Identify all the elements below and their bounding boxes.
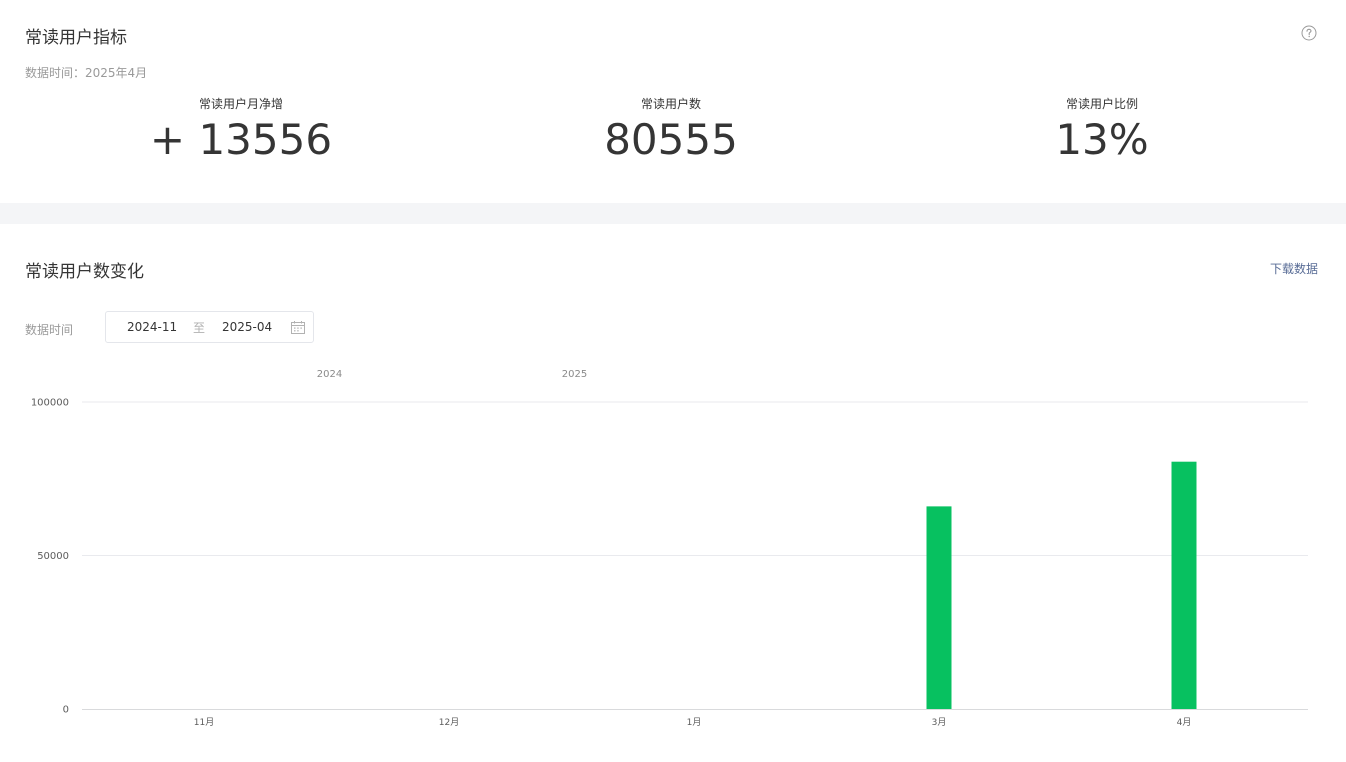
metric-user-count: 常读用户数 80555: [501, 95, 841, 167]
metric-net-growth: 常读用户月净增 + 13556: [71, 95, 411, 167]
metric-value: 80555: [604, 115, 738, 164]
range-start-input[interactable]: 2024-11: [127, 320, 177, 334]
trend-card: 常读用户数变化 下载数据 数据时间 2024-11 至 2025-04: [0, 224, 1346, 762]
metric-user-ratio: 常读用户比例 13%: [932, 95, 1272, 167]
range-separator: 至: [193, 321, 206, 335]
indicators-card: 常读用户指标 数据时间：2025年4月 常读用户月净增 + 13556 常读用户…: [0, 0, 1346, 203]
range-label: 数据时间: [25, 323, 74, 337]
metric-label: 常读用户比例: [1065, 97, 1138, 111]
range-end-input[interactable]: 2025-04: [222, 320, 272, 334]
question-circle-icon[interactable]: [1301, 25, 1317, 41]
download-data-link[interactable]: 下载数据: [1270, 260, 1318, 277]
metric-label: 常读用户月净增: [198, 97, 283, 111]
indicators-data-time: 数据时间：2025年4月: [25, 66, 148, 80]
section-divider: [0, 203, 1346, 224]
metric-value: + 13556: [149, 115, 333, 164]
metric-value: 13%: [1055, 115, 1149, 164]
metric-label: 常读用户数: [640, 97, 701, 111]
date-range-picker[interactable]: 2024-11 至 2025-04: [105, 311, 314, 343]
trend-title: 常读用户数变化: [25, 262, 144, 282]
indicators-title: 常读用户指标: [25, 28, 127, 48]
calendar-icon[interactable]: [291, 321, 305, 334]
